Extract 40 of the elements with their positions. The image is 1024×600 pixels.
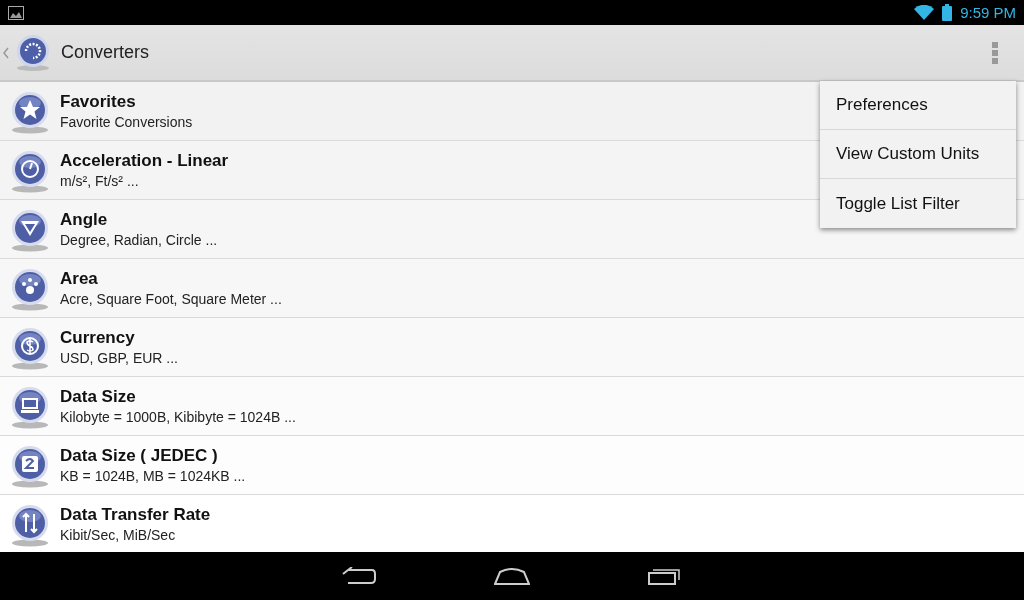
- screen-title: Converters: [61, 42, 150, 63]
- list-item-title: Favorites: [60, 90, 137, 112]
- converter-list-item[interactable]: Data Size Kilobyte = 1000B, Kibibyte = 1024B ...: [0, 377, 1024, 436]
- image-notification-icon: [8, 5, 24, 20]
- list-item-subtitle: m/s², Ft/s² ...: [60, 171, 140, 191]
- list-item-subtitle: KB = 1024B, MB = 1024KB ...: [60, 466, 246, 486]
- category-icon: [10, 386, 50, 430]
- category-icon: [10, 209, 50, 253]
- home-icon: [494, 567, 530, 585]
- list-item-title: Area: [60, 267, 99, 289]
- more-vertical-icon: [992, 41, 998, 64]
- list-item-subtitle: USD, GBP, EUR ...: [60, 348, 178, 368]
- category-icon: [10, 268, 50, 312]
- category-icon: [10, 91, 50, 135]
- battery-icon: [942, 4, 953, 21]
- category-icon: [10, 504, 50, 548]
- menu-item[interactable]: View Custom Units: [820, 130, 1016, 179]
- clock-text: 9:59 PM: [960, 4, 1016, 21]
- category-icon: [10, 327, 50, 371]
- list-item-title: Data Size ( JEDEC ): [60, 444, 219, 466]
- back-icon: [342, 567, 376, 585]
- list-item-subtitle: Favorite Conversions: [60, 112, 193, 132]
- category-icon: [10, 445, 50, 489]
- list-item-title: Acceleration - Linear: [60, 149, 229, 171]
- list-item-subtitle: Kilobyte = 1000B, Kibibyte = 1024B ...: [60, 407, 296, 427]
- menu-item[interactable]: Preferences: [820, 81, 1016, 130]
- list-item-subtitle: Degree, Radian, Circle ...: [60, 230, 218, 250]
- list-item-title: Data Transfer Rate: [60, 503, 211, 525]
- list-item-title: Data Size: [60, 385, 137, 407]
- list-item-subtitle: Acre, Square Foot, Square Meter ...: [60, 289, 282, 309]
- list-item-title: Angle: [60, 208, 109, 230]
- recent-apps-icon: [648, 567, 682, 585]
- wifi-icon: [914, 4, 935, 21]
- converter-list-item[interactable]: Currency USD, GBP, EUR ...: [0, 318, 1024, 377]
- list-item-title: Currency: [60, 326, 136, 348]
- converter-list-item[interactable]: Area Acre, Square Foot, Square Meter ...: [0, 259, 1024, 318]
- app-logo-icon: [15, 33, 51, 72]
- list-item-subtitle: Kibit/Sec, MiB/Sec: [60, 525, 177, 545]
- back-caret-icon: [3, 46, 9, 59]
- category-icon: [10, 150, 50, 194]
